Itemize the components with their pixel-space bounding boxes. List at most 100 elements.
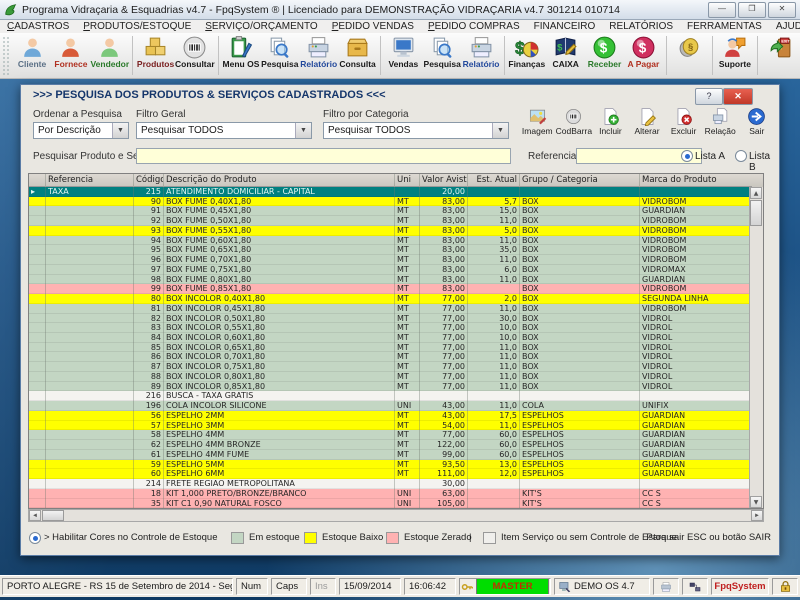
table-row[interactable]: 89BOX INCOLOR 0,85X1,80MT77,0011,0BOXVID… [29,382,752,392]
column-header[interactable]: Grupo / Categoria [520,174,640,187]
column-header[interactable]: Descrição do Produto [164,174,395,187]
toolbar-fornecedor-button[interactable]: Fornece [52,33,91,78]
filtro-categoria-select[interactable]: Pesquisar TODOS ▼ [323,122,509,139]
filtro-geral-select[interactable]: Pesquisar TODOS ▼ [136,122,312,139]
chevron-down-icon[interactable]: ▼ [492,123,508,138]
table-row[interactable]: 57ESPELHO 3MMMT54,0011,0ESPELHOSGUARDIAN [29,421,752,431]
toolbar-consultar-button[interactable]: Consultar [175,33,215,78]
toolbar-vendedor-button[interactable]: Vendedor [90,33,129,78]
status-printer-panel[interactable] [653,578,679,595]
menu-relatorios[interactable]: RELATÓRIOS [602,21,680,32]
toolbar-consulta-button[interactable]: Consulta [338,33,377,78]
lista-b-radio[interactable] [735,150,747,162]
table-row[interactable]: 88BOX INCOLOR 0,80X1,80MT77,0011,0BOXVID… [29,372,752,382]
incluir-button[interactable]: Incluir [592,107,629,136]
table-row[interactable]: 90BOX FUME 0,40X1,80MT83,005,7BOXVIDROBO… [29,197,752,207]
table-row[interactable]: 86BOX INCOLOR 0,70X1,80MT77,0011,0BOXVID… [29,352,752,362]
table-row[interactable]: 99BOX FUME 0,85X1,80MT83,00BOXVIDROBOM [29,284,752,294]
toolbar-relatorio-os-button[interactable]: Relatório [299,33,338,78]
sair-button[interactable]: Sair [738,107,775,136]
table-row[interactable]: 85BOX INCOLOR 0,65X1,80MT77,0011,0BOXVID… [29,343,752,353]
column-header-marker[interactable] [29,174,46,187]
table-row[interactable]: 95BOX FUME 0,65X1,80MT83,0035,0BOXVIDROB… [29,245,752,255]
table-row[interactable]: ▸TAXA215ATENDIMENTO DOMICILIAR - CAPITAL… [29,187,752,197]
toolbar-menu-os-button[interactable]: Menu OS [222,33,261,78]
status-lock-panel[interactable] [772,578,798,595]
column-header[interactable]: Uni [395,174,420,187]
column-header[interactable]: Código [134,174,164,187]
horizontal-scrollbar[interactable]: ◄ ► [28,509,764,522]
table-row[interactable]: 91BOX FUME 0,45X1,80MT83,0015,0BOXGUARDI… [29,206,752,216]
column-header[interactable]: Valor Avista [420,174,468,187]
lista-a-radio[interactable] [681,150,693,162]
menu-pedido-vendas[interactable]: PEDIDO VENDAS [325,21,421,32]
table-row[interactable]: 81BOX INCOLOR 0,45X1,80MT77,0011,0BOXVID… [29,304,752,314]
excluir-button[interactable]: Excluir [665,107,702,136]
ordenar-select[interactable]: Por Descrição ▼ [33,122,129,139]
toolbar-produtos-button[interactable]: Produtos [136,33,175,78]
close-button[interactable]: ✕ [768,2,796,18]
table-row[interactable]: 196COLA INCOLOR SILICONEUNI43,0011,0COLA… [29,401,752,411]
relacao-button[interactable]: Relação [702,107,739,136]
chevron-down-icon[interactable]: ▼ [295,123,311,138]
table-row[interactable]: 82BOX INCOLOR 0,50X1,80MT77,0030,0BOXVID… [29,314,752,324]
table-row[interactable]: 18KIT 1,000 PRETO/BRONZE/BRANCOUNI63,00K… [29,489,752,499]
table-row[interactable]: 61ESPELHO 4MM FUMEMT99,0060,0ESPELHOSGUA… [29,450,752,460]
toolbar-receber-button[interactable]: $ Receber [585,33,624,78]
table-row[interactable]: 96BOX FUME 0,70X1,80MT83,0011,0BOXVIDROB… [29,255,752,265]
menu-produtos-estoque[interactable]: PRODUTOS/ESTOQUE [76,21,198,32]
toolbar-pesquisa-os-button[interactable]: Pesquisa [260,33,299,78]
toolbar-exit-button[interactable]: EXIT [761,33,800,78]
table-row[interactable]: 83BOX INCOLOR 0,55X1,80MT77,0010,0BOXVID… [29,323,752,333]
table-row[interactable]: 97BOX FUME 0,75X1,80MT83,006,0BOXVIDROMA… [29,265,752,275]
menu-ferramentas[interactable]: FERRAMENTAS [680,21,769,32]
imagem-button[interactable]: Imagem [519,107,556,136]
habilitar-cores-radio[interactable] [29,532,41,544]
table-row[interactable]: 216BUSCA - TAXA GRATIS [29,391,752,401]
table-row[interactable]: 56ESPELHO 2MMMT43,0017,5ESPELHOSGUARDIAN [29,411,752,421]
table-row[interactable]: 58ESPELHO 4MMMT77,0060,0ESPELHOSGUARDIAN [29,430,752,440]
restore-button[interactable]: ❐ [738,2,766,18]
table-row[interactable]: 214FRETE REGIAO METROPOLITANA30,00 [29,479,752,489]
table-cell: 11,0 [468,352,520,362]
minimize-button[interactable]: — [708,2,736,18]
menu-servico-orcamento[interactable]: SERVIÇO/ORÇAMENTO [198,21,324,32]
alterar-button[interactable]: Alterar [629,107,666,136]
menu-pedido-compras[interactable]: PEDIDO COMPRAS [421,21,527,32]
status-network-panel[interactable] [682,578,708,595]
menu-financeiro[interactable]: FINANCEIRO [527,21,603,32]
table-row[interactable]: 80BOX INCOLOR 0,40X1,80MT77,002,0BOXSEGU… [29,294,752,304]
vertical-scrollbar[interactable]: ▲ ▼ [749,187,763,508]
chevron-down-icon[interactable]: ▼ [112,123,128,138]
toolbar-vendas-button[interactable]: Vendas [384,33,423,78]
toolbar-relatorio-vendas-button[interactable]: Relatório [462,33,501,78]
table-row[interactable]: 87BOX INCOLOR 0,75X1,80MT77,0011,0BOXVID… [29,362,752,372]
table-row[interactable]: 94BOX FUME 0,60X1,80MT83,0011,0BOXVIDROB… [29,236,752,246]
table-row[interactable]: 35KIT C1 0,90 NATURAL FOSCOUNI105,00KIT'… [29,499,752,509]
panel-help-button[interactable]: ? [695,88,723,105]
table-row[interactable]: 84BOX INCOLOR 0,60X1,80MT77,0010,0BOXVID… [29,333,752,343]
table-row[interactable]: 59ESPELHO 5MMMT93,5013,0ESPELHOSGUARDIAN [29,460,752,470]
menu-ajuda[interactable]: AJUDA [769,21,800,32]
toolbar-financas-button[interactable]: $ Finanças [507,33,546,78]
search-input[interactable] [136,148,511,164]
table-cell: MT [395,284,420,294]
toolbar-cliente-button[interactable]: Cliente [13,33,52,78]
panel-close-button[interactable]: ✕ [723,88,753,105]
toolbar-suporte-button[interactable]: Suporte [715,33,754,78]
toolbar-caixa-button[interactable]: $ CAIXA [546,33,585,78]
table-row[interactable]: 62ESPELHO 4MM BRONZEMT122,0060,0ESPELHOS… [29,440,752,450]
table-cell: 5,7 [468,197,520,207]
column-header[interactable]: Est. Atual [468,174,520,187]
table-row[interactable]: 60ESPELHO 6MMMT111,0012,0ESPELHOSGUARDIA… [29,469,752,479]
column-header[interactable]: Referencia [46,174,134,187]
table-row[interactable]: 93BOX FUME 0,55X1,80MT83,005,0BOXVIDROBO… [29,226,752,236]
codbarra-button[interactable]: CodBarra [556,107,593,136]
column-header[interactable]: Marca do Produto [640,174,752,187]
toolbar-moeda-button[interactable]: § [670,33,709,78]
toolbar-a-pagar-button[interactable]: $ A Pagar [624,33,663,78]
menu-cadastros[interactable]: CADASTROS [0,21,76,32]
toolbar-pesquisa-vendas-button[interactable]: Pesquisa [423,33,462,78]
table-row[interactable]: 92BOX FUME 0,50X1,80MT83,0011,0BOXVIDROB… [29,216,752,226]
table-row[interactable]: 98BOX FUME 0,80X1,80MT83,0011,0BOXGUARDI… [29,275,752,285]
